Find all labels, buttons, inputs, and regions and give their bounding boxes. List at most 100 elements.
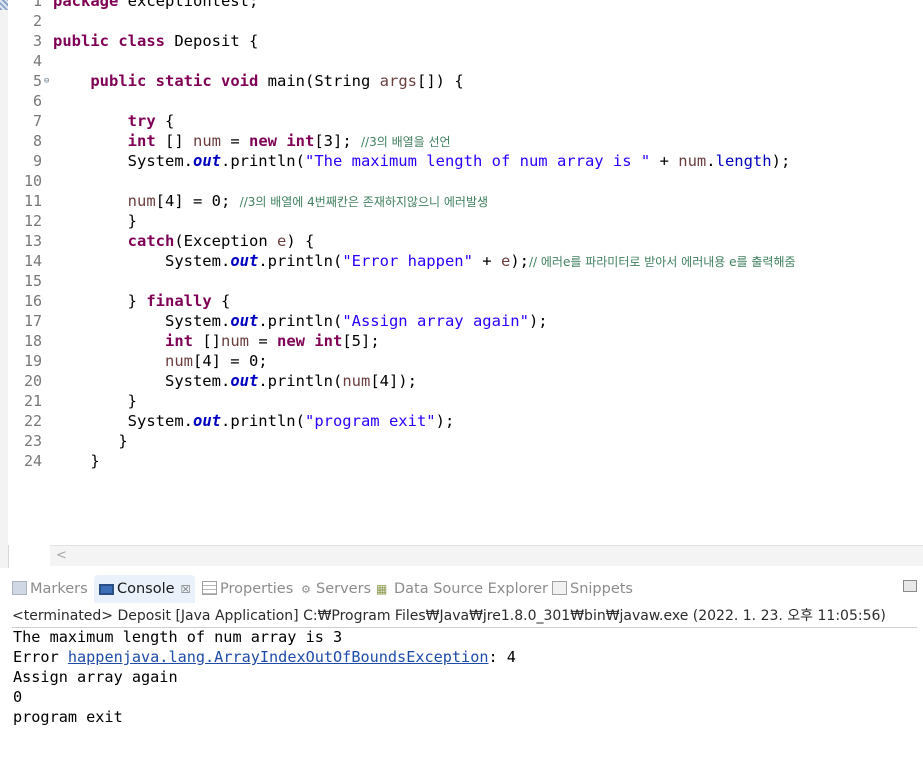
servers-icon: ⚙ bbox=[301, 583, 311, 596]
code-token: length bbox=[715, 152, 772, 170]
code-token: [3]; bbox=[314, 132, 361, 150]
code-token: "Error happen" bbox=[342, 252, 473, 270]
code-token: main(String bbox=[258, 72, 380, 90]
code-token: new bbox=[248, 132, 277, 150]
code-token: int bbox=[286, 132, 315, 150]
code-line: num[4] = 0; bbox=[53, 351, 268, 371]
code-token: = bbox=[248, 332, 277, 350]
code-token: out bbox=[230, 252, 259, 270]
line-number: 24 bbox=[23, 452, 42, 470]
line-number: 22 bbox=[23, 412, 42, 430]
code-line: } finally { bbox=[53, 291, 231, 311]
code-line: System.out.println(num[4]); bbox=[53, 371, 417, 391]
code-token: args bbox=[379, 72, 417, 90]
line-number: 14 bbox=[23, 252, 42, 270]
code-line: System.out.println("The maximum length o… bbox=[53, 151, 791, 171]
close-icon[interactable]: ☒ bbox=[181, 583, 191, 596]
code-token: (Exception bbox=[174, 232, 277, 250]
line-number: 15 bbox=[23, 272, 42, 290]
code-token: public bbox=[53, 32, 109, 50]
code-token: = bbox=[220, 132, 249, 150]
line-number: 13 bbox=[23, 232, 42, 250]
horizontal-scrollbar[interactable]: < bbox=[50, 545, 923, 566]
code-token: //3의 배열을 선언 bbox=[361, 135, 451, 149]
code-token: num bbox=[220, 332, 249, 350]
tab-markers[interactable]: Markers bbox=[12, 575, 88, 603]
error-prefix: Error bbox=[13, 648, 68, 666]
code-token: out bbox=[230, 312, 259, 330]
code-line: } bbox=[53, 451, 100, 471]
line-number: 2 bbox=[32, 12, 42, 30]
code-token: int bbox=[127, 132, 156, 150]
exception-link[interactable]: happenjava.lang.ArrayIndexOutOfBoundsExc… bbox=[68, 648, 489, 666]
code-token: out bbox=[230, 372, 259, 390]
code-token: .println( bbox=[220, 152, 305, 170]
code-token: try bbox=[127, 112, 156, 130]
fold-collapse-icon[interactable]: ⊖ bbox=[44, 71, 49, 91]
code-token: + bbox=[650, 152, 679, 170]
tab-snippets-label: Snippets bbox=[570, 581, 633, 597]
line-number: 4 bbox=[32, 52, 42, 70]
code-token: .println( bbox=[220, 412, 305, 430]
line-number: 19 bbox=[23, 352, 42, 370]
console-output[interactable]: The maximum length of num array is 3 Err… bbox=[12, 627, 917, 768]
code-line: catch(Exception e) { bbox=[53, 231, 315, 251]
line-number: 3 bbox=[32, 32, 42, 50]
code-line: System.out.println("Assign array again")… bbox=[53, 311, 548, 331]
code-token: out bbox=[192, 152, 221, 170]
line-number: 10 bbox=[23, 172, 42, 190]
code-editor[interactable]: 1 2 3 4 5 ⊖ 6 7 8 9 10 11 12 13 14 15 16 17 18 19 20 21 22 23 24… bbox=[0, 0, 923, 568]
markers-icon bbox=[12, 581, 27, 595]
code-line: } bbox=[53, 391, 137, 411]
code-line: int [] num = new int[3]; //3의 배열을 선언 bbox=[53, 131, 451, 151]
console-line: The maximum length of num array is 3 bbox=[13, 628, 343, 646]
tab-servers[interactable]: ⚙ Servers bbox=[301, 575, 371, 603]
code-token: e bbox=[500, 252, 511, 270]
code-token: "The maximum length of num array is " bbox=[304, 152, 651, 170]
code-token: .println( bbox=[258, 312, 343, 330]
code-token: [4]); bbox=[370, 372, 417, 390]
line-number: 12 bbox=[23, 212, 42, 230]
code-token: [5]; bbox=[342, 332, 380, 350]
tab-data-source-explorer[interactable]: ▦ Data Source Explorer bbox=[376, 575, 548, 603]
line-number: 21 bbox=[23, 392, 42, 410]
tab-data-source-label: Data Source Explorer bbox=[394, 581, 549, 597]
code-token: } bbox=[53, 452, 100, 470]
minimize-icon[interactable] bbox=[903, 580, 917, 592]
code-token: []) { bbox=[417, 72, 464, 90]
code-token: void bbox=[221, 72, 259, 90]
tab-console[interactable]: Console ☒ bbox=[94, 575, 196, 603]
code-text-area[interactable]: package exceptiontest; public class Depos… bbox=[50, 0, 923, 545]
code-token: System. bbox=[53, 312, 231, 330]
code-token: finally bbox=[146, 292, 212, 310]
code-token: System. bbox=[53, 412, 193, 430]
line-number: 17 bbox=[23, 312, 42, 330]
code-token: System. bbox=[53, 252, 231, 270]
code-token: .println( bbox=[258, 252, 343, 270]
code-token: package bbox=[53, 0, 119, 10]
console-line: Error happenjava.lang.ArrayIndexOutOfBou… bbox=[13, 647, 516, 667]
code-token: { bbox=[211, 292, 231, 310]
tab-snippets[interactable]: Snippets bbox=[552, 575, 633, 603]
snippets-icon bbox=[552, 581, 567, 595]
scroll-left-icon[interactable]: < bbox=[56, 548, 67, 563]
code-token: class bbox=[118, 32, 166, 50]
code-token: num bbox=[127, 192, 156, 210]
code-token: ); bbox=[771, 152, 791, 170]
code-token: "Assign array again" bbox=[342, 312, 529, 330]
code-token: ); bbox=[528, 312, 548, 330]
code-token: } bbox=[53, 292, 147, 310]
code-token: [4] = 0; bbox=[192, 352, 268, 370]
console-line: 0 bbox=[13, 688, 23, 706]
line-number: 16 bbox=[23, 292, 42, 310]
tab-properties[interactable]: Properties bbox=[202, 575, 293, 603]
code-token: int bbox=[314, 332, 343, 350]
